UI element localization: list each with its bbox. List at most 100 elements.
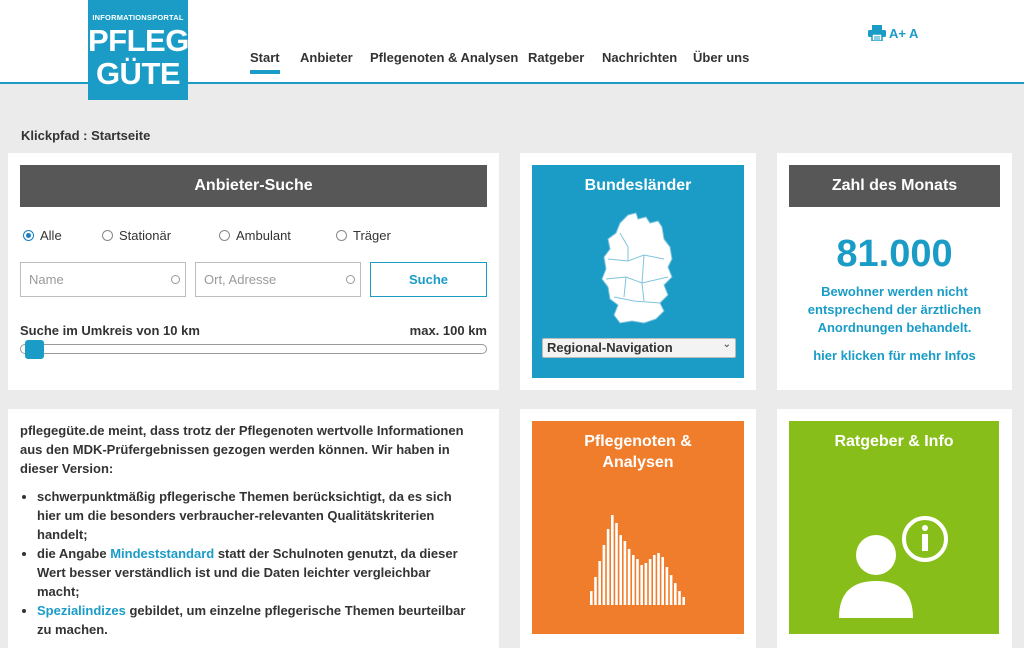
ratgeber-title: Ratgeber & Info <box>834 433 954 450</box>
logo-line-1: PFLEGE <box>88 23 210 58</box>
spezialindizes-link[interactable]: Spezialindizes <box>37 603 126 618</box>
zahl-desc-line: entsprechend der ärztlichen <box>807 302 982 317</box>
title-line: Pflegenoten & <box>584 433 692 450</box>
location-input[interactable] <box>196 263 360 296</box>
nav-ueber-uns[interactable]: Über uns <box>693 50 749 65</box>
nav-nachrichten[interactable]: Nachrichten <box>602 50 677 65</box>
logo-line-2: GÜTE <box>95 56 181 91</box>
intro-line: pflegegüte.de meint, dass trotz der Pfle… <box>20 423 464 438</box>
radio-label: Träger <box>353 228 391 243</box>
intro-line: aus den MDK-Prüfergebnissen gezogen werd… <box>20 442 450 457</box>
radio-alle[interactable]: Alle <box>23 228 62 243</box>
bullet-line: handelt; <box>37 527 88 542</box>
histogram-bar <box>653 555 656 605</box>
radio-button[interactable] <box>23 230 34 241</box>
histogram-bar <box>669 575 673 605</box>
bullet-text: statt der Schulnoten genutzt, da dieser <box>214 546 458 561</box>
bullet-line: Wert besser verständlich ist und die Dat… <box>37 565 431 580</box>
person-info-icon <box>839 516 948 618</box>
histogram-bar <box>640 565 643 605</box>
zahl-more-link[interactable]: hier klicken für mehr Infos <box>777 348 1012 363</box>
zahl-title: Zahl des Monats <box>789 165 1000 207</box>
radio-button[interactable] <box>219 230 230 241</box>
histogram-bar <box>590 591 593 605</box>
name-input[interactable] <box>21 263 185 296</box>
select-value: Regional-Navigation <box>547 340 673 355</box>
radius-label: Suche im Umkreis von 10 km <box>20 323 200 338</box>
histogram-bar <box>682 597 685 605</box>
pflegenoten-tile[interactable]: Pflegenoten & Analysen <box>532 421 744 634</box>
radio-label: Ambulant <box>236 228 291 243</box>
intro-bullet-1: schwerpunktmäßig pflegerische Themen ber… <box>37 487 490 544</box>
font-larger-button[interactable]: A+ <box>889 26 906 41</box>
radius-slider-track[interactable] <box>20 344 487 354</box>
name-field[interactable] <box>20 262 186 297</box>
radio-traeger[interactable]: Träger <box>336 228 391 243</box>
font-normal-button[interactable]: A <box>909 26 918 41</box>
nav-anbieter[interactable]: Anbieter <box>300 50 353 65</box>
intro-bullet-3: Spezialindizes gebildet, um einzelne pfl… <box>37 601 490 639</box>
print-icon[interactable] <box>868 25 886 41</box>
logo[interactable]: INFORMATIONSPORTAL PFLEGE GÜTE <box>88 0 210 100</box>
histogram-icon <box>590 515 685 605</box>
search-title: Anbieter-Suche <box>20 165 487 207</box>
bundeslaender-tile[interactable]: Bundesländer Regional-Navigation ⌄ <box>532 165 744 378</box>
histogram-bar <box>657 553 660 605</box>
bullet-line: Spezialindizes gebildet, um einzelne pfl… <box>37 601 490 620</box>
radio-button[interactable] <box>336 230 347 241</box>
intro-card: pflegegüte.de meint, dass trotz der Pfle… <box>8 409 499 648</box>
nav-ratgeber[interactable]: Ratgeber <box>528 50 584 65</box>
intro-list: schwerpunktmäßig pflegerische Themen ber… <box>20 487 490 639</box>
bullet-line: die Angabe Mindeststandard statt der Sch… <box>37 544 490 563</box>
intro-line: dieser Version: <box>20 461 114 476</box>
histogram-bar <box>602 545 606 605</box>
site-header: INFORMATIONSPORTAL PFLEGE GÜTE Start Anb… <box>0 0 1024 100</box>
histogram-bar <box>598 561 601 605</box>
radio-stationaer[interactable]: Stationär <box>102 228 171 243</box>
histogram-bar <box>627 549 631 605</box>
radius-max-label: max. 100 km <box>409 323 487 338</box>
histogram-bar <box>678 591 681 605</box>
title-line: Analysen <box>602 454 674 471</box>
bundeslaender-title: Bundesländer <box>584 177 692 194</box>
histogram-bar <box>606 529 610 605</box>
nav-pflegenoten[interactable]: Pflegenoten & Analysen <box>370 50 518 65</box>
histogram-bar <box>615 523 618 605</box>
pflegenoten-card: Pflegenoten & Analysen <box>520 409 756 648</box>
search-card: Anbieter-Suche Alle Stationär Ambulant T… <box>8 153 499 390</box>
mindeststandard-link[interactable]: Mindeststandard <box>110 546 214 561</box>
histogram-bar <box>674 583 677 605</box>
histogram-bar <box>644 563 648 605</box>
intro-bullet-2: die Angabe Mindeststandard statt der Sch… <box>37 544 490 601</box>
radio-button[interactable] <box>102 230 113 241</box>
nav-start[interactable]: Start <box>250 50 280 74</box>
histogram-bar <box>636 559 639 605</box>
search-button[interactable]: Suche <box>370 262 487 297</box>
clear-icon <box>346 275 355 284</box>
histogram-bar <box>619 535 622 605</box>
intro-paragraph: pflegegüte.de meint, dass trotz der Pfle… <box>20 421 490 478</box>
bullet-line: macht; <box>37 584 80 599</box>
histogram-bar <box>648 559 652 605</box>
tools: A+ A <box>868 25 918 41</box>
zahl-description: Bewohner werden nicht entsprechend der ä… <box>777 283 1012 337</box>
location-field[interactable] <box>195 262 361 297</box>
radius-slider-thumb[interactable] <box>25 340 44 359</box>
bullet-text: die Angabe <box>37 546 111 561</box>
radio-ambulant[interactable]: Ambulant <box>219 228 291 243</box>
histogram-bar <box>594 577 597 605</box>
ratgeber-tile[interactable]: Ratgeber & Info <box>789 421 999 634</box>
zahl-number: 81.000 <box>836 233 953 275</box>
radio-label: Stationär <box>119 228 172 243</box>
radio-label: Alle <box>40 228 62 243</box>
ratgeber-card: Ratgeber & Info <box>777 409 1012 648</box>
breadcrumb: Klickpfad : Startseite <box>21 128 151 143</box>
histogram-bar <box>623 541 627 605</box>
germany-map-icon <box>601 212 673 324</box>
bullet-text: gebildet, um einzelne pflegerische Theme… <box>125 603 466 618</box>
regional-navigation-select[interactable]: Regional-Navigation ⌄ <box>542 338 736 358</box>
chevron-down-icon: ⌄ <box>722 339 731 350</box>
logo-tagline: INFORMATIONSPORTAL <box>92 13 184 22</box>
bullet-line: hier um die besonders verbraucher-releva… <box>37 508 435 523</box>
zahl-desc-line: Bewohner werden nicht <box>821 284 968 299</box>
